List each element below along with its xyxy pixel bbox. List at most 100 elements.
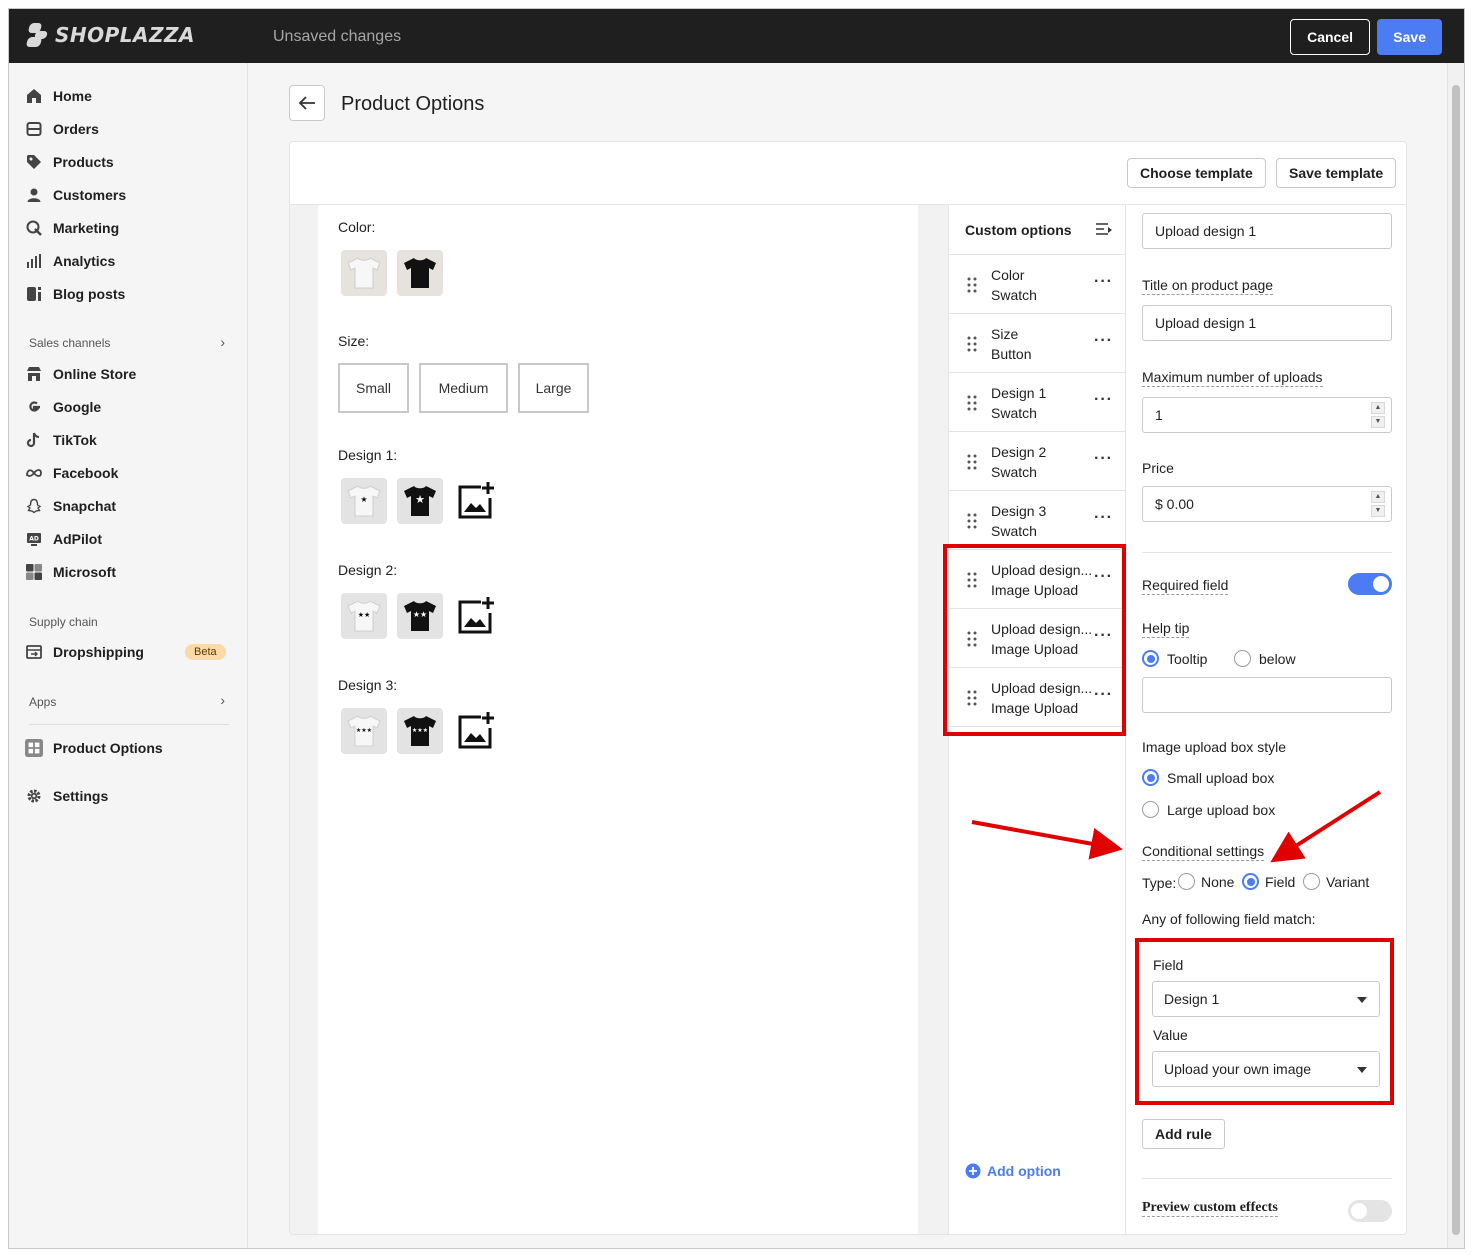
choose-template-button[interactable]: Choose template: [1127, 158, 1266, 188]
more-options-icon[interactable]: ···: [1094, 273, 1113, 291]
size-medium-button[interactable]: Medium: [419, 363, 508, 413]
large-upload-box-radio[interactable]: Large upload box: [1142, 801, 1275, 818]
sidebar-item-dropshipping[interactable]: Dropshipping: [25, 638, 144, 666]
type-none-radio[interactable]: None: [1178, 873, 1234, 890]
design3-black-swatch[interactable]: ★★★: [397, 708, 443, 754]
add-rule-button[interactable]: Add rule: [1142, 1119, 1225, 1149]
sidebar-item-snapchat[interactable]: Snapchat: [25, 492, 116, 520]
save-template-button[interactable]: Save template: [1276, 158, 1397, 188]
chevron-right-icon[interactable]: ›: [220, 692, 225, 708]
title-on-page-input[interactable]: Upload design 1: [1142, 305, 1392, 341]
sidebar-item-customers[interactable]: Customers: [25, 181, 126, 209]
sidebar-item-label: Blog posts: [53, 286, 126, 302]
drag-handle-icon[interactable]: [967, 277, 977, 293]
design1-upload-image-button[interactable]: [453, 478, 499, 524]
option-title: Design 2: [991, 444, 1047, 460]
tshirt-icon: [347, 257, 381, 289]
design3-white-swatch[interactable]: ★★★: [341, 708, 387, 754]
help-tip-below-radio[interactable]: below: [1234, 650, 1296, 667]
type-field-radio[interactable]: Field: [1242, 873, 1295, 890]
more-options-icon[interactable]: ···: [1094, 686, 1113, 704]
chevron-right-icon[interactable]: ›: [220, 334, 225, 350]
drag-handle-icon[interactable]: [967, 336, 977, 352]
section-divider: [1142, 1178, 1392, 1179]
drag-handle-icon[interactable]: [967, 690, 977, 706]
type-variant-radio[interactable]: Variant: [1303, 873, 1369, 890]
sidebar-item-settings[interactable]: Settings: [25, 782, 108, 810]
rule-value-select[interactable]: Upload your own image: [1152, 1051, 1380, 1087]
required-field-toggle[interactable]: [1348, 573, 1392, 595]
rule-field-label: Field: [1153, 957, 1184, 973]
sidebar-item-blog-posts[interactable]: Blog posts: [25, 280, 125, 308]
help-tip-input[interactable]: [1142, 677, 1392, 713]
store-icon: [25, 365, 43, 383]
sidebar-item-products[interactable]: Products: [25, 148, 114, 176]
small-upload-box-radio[interactable]: Small upload box: [1142, 769, 1274, 786]
sidebar-item-analytics[interactable]: Analytics: [25, 247, 115, 275]
more-options-icon[interactable]: ···: [1094, 450, 1113, 468]
drag-handle-icon[interactable]: [967, 572, 977, 588]
option-row[interactable]: Color Swatch ···: [949, 255, 1127, 314]
option-name-input[interactable]: Upload design 1: [1142, 213, 1392, 249]
design3-upload-image-button[interactable]: [453, 708, 499, 754]
shoplazza-logo[interactable]: SHOPLAZZA: [25, 23, 195, 47]
scrollbar-thumb[interactable]: [1452, 85, 1460, 1235]
drag-handle-icon[interactable]: [967, 513, 977, 529]
sidebar-item-online-store[interactable]: Online Store: [25, 360, 136, 388]
sidebar-item-tiktok[interactable]: TikTok: [25, 426, 97, 454]
sidebar-item-facebook[interactable]: Facebook: [25, 459, 118, 487]
sidebar-item-google[interactable]: Google: [25, 393, 101, 421]
sidebar-item-marketing[interactable]: Marketing: [25, 214, 119, 242]
gear-icon: [25, 787, 43, 805]
sidebar-item-adpilot[interactable]: AD AdPilot: [25, 525, 102, 553]
design2-white-swatch[interactable]: ★★: [341, 593, 387, 639]
design2-black-swatch[interactable]: ★★: [397, 593, 443, 639]
more-options-icon[interactable]: ···: [1094, 627, 1113, 645]
preview-effects-toggle[interactable]: [1348, 1200, 1392, 1222]
supply-chain-label: Supply chain: [29, 615, 98, 629]
max-uploads-input[interactable]: 1 ▲ ▼: [1142, 397, 1392, 433]
black-tshirt-swatch[interactable]: [397, 250, 443, 296]
drag-handle-icon[interactable]: [967, 395, 977, 411]
more-options-icon[interactable]: ···: [1094, 332, 1113, 350]
cancel-button[interactable]: Cancel: [1290, 19, 1370, 55]
page-scrollbar[interactable]: [1447, 63, 1464, 1248]
size-large-button[interactable]: Large: [518, 363, 589, 413]
number-stepper[interactable]: ▲ ▼: [1371, 402, 1385, 428]
size-small-button[interactable]: Small: [338, 363, 409, 413]
sidebar-item-product-options[interactable]: Product Options: [25, 734, 163, 762]
option-row[interactable]: Upload design... Image Upload ···: [949, 668, 1127, 727]
price-input[interactable]: $ 0.00 ▲ ▼: [1142, 486, 1392, 522]
drag-handle-icon[interactable]: [967, 454, 977, 470]
drag-handle-icon[interactable]: [967, 631, 977, 647]
more-options-icon[interactable]: ···: [1094, 509, 1113, 527]
sidebar-item-orders[interactable]: Orders: [25, 115, 99, 143]
option-row[interactable]: Design 2 Swatch ···: [949, 432, 1127, 491]
collapse-list-icon[interactable]: [1095, 222, 1113, 241]
design2-upload-image-button[interactable]: [453, 593, 499, 639]
white-tshirt-swatch[interactable]: [341, 250, 387, 296]
add-option-button[interactable]: Add option: [965, 1163, 1061, 1179]
back-button[interactable]: [289, 85, 325, 121]
option-row[interactable]: Upload design... Image Upload ···: [949, 550, 1127, 609]
sidebar-item-label: Dropshipping: [53, 644, 144, 660]
svg-text:★★: ★★: [413, 610, 427, 619]
option-type: Swatch: [991, 523, 1037, 539]
option-row[interactable]: Upload design... Image Upload ···: [949, 609, 1127, 668]
price-stepper[interactable]: ▲ ▼: [1371, 491, 1385, 517]
design1-white-swatch[interactable]: ★: [341, 478, 387, 524]
tiktok-icon: [25, 431, 43, 449]
price-label: Price: [1142, 460, 1174, 476]
sidebar-item-microsoft[interactable]: Microsoft: [25, 558, 116, 586]
option-row[interactable]: Size Button ···: [949, 314, 1127, 373]
save-button[interactable]: Save: [1377, 19, 1442, 55]
section-divider: [1142, 552, 1392, 553]
option-row[interactable]: Design 3 Swatch ···: [949, 491, 1127, 550]
more-options-icon[interactable]: ···: [1094, 391, 1113, 409]
help-tip-tooltip-radio[interactable]: Tooltip: [1142, 650, 1207, 667]
sidebar-item-home[interactable]: Home: [25, 82, 92, 110]
option-row[interactable]: Design 1 Swatch ···: [949, 373, 1127, 432]
design1-black-swatch[interactable]: ★: [397, 478, 443, 524]
rule-field-select[interactable]: Design 1: [1152, 981, 1380, 1017]
more-options-icon[interactable]: ···: [1094, 568, 1113, 586]
